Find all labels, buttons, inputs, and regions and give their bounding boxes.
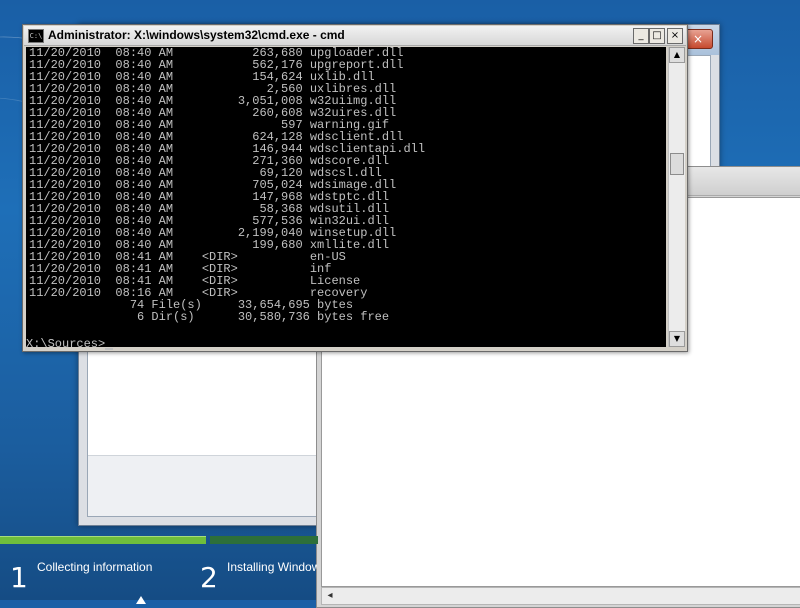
scroll-left-icon[interactable]: ◂ — [322, 588, 338, 604]
horizontal-scrollbar[interactable]: ◂ — [321, 587, 800, 605]
progress-segment-complete — [0, 536, 206, 544]
cmd-window[interactable]: C:\ Administrator: X:\windows\system32\c… — [22, 24, 688, 352]
mouse-pointer-icon — [136, 596, 146, 604]
close-button[interactable]: × — [667, 28, 683, 44]
step-label: Installing Windows — [227, 560, 317, 574]
console-line: 6 Dir(s) 30,580,736 bytes free — [29, 310, 390, 324]
scroll-up-icon[interactable]: ▲ — [669, 47, 685, 63]
command-prompt[interactable]: X:\Sources> — [26, 337, 114, 351]
cmd-titlebar[interactable]: C:\ Administrator: X:\windows\system32\c… — [24, 26, 686, 46]
step-number: 1 — [10, 561, 28, 594]
window-title: Administrator: X:\windows\system32\cmd.e… — [48, 28, 345, 42]
vertical-scrollbar[interactable]: ▲ ▼ — [668, 47, 685, 347]
text-cursor — [105, 348, 114, 350]
step-number: 2 — [200, 561, 218, 594]
minimize-button[interactable]: _ — [633, 28, 649, 44]
maximize-button[interactable]: □ — [649, 28, 665, 44]
scroll-down-icon[interactable]: ▼ — [669, 331, 685, 347]
console-output[interactable]: 11/20/2010 08:40 AM 263,680 upgloader.dl… — [26, 47, 666, 347]
prompt-text: X:\Sources> — [26, 337, 106, 351]
console-text: 11/20/2010 08:40 AM 263,680 upgloader.dl… — [26, 47, 666, 323]
step-label: Collecting information — [37, 560, 153, 574]
progress-segment-pending — [210, 536, 318, 544]
scroll-thumb[interactable] — [670, 153, 684, 175]
console-app-icon[interactable]: C:\ — [28, 29, 44, 43]
